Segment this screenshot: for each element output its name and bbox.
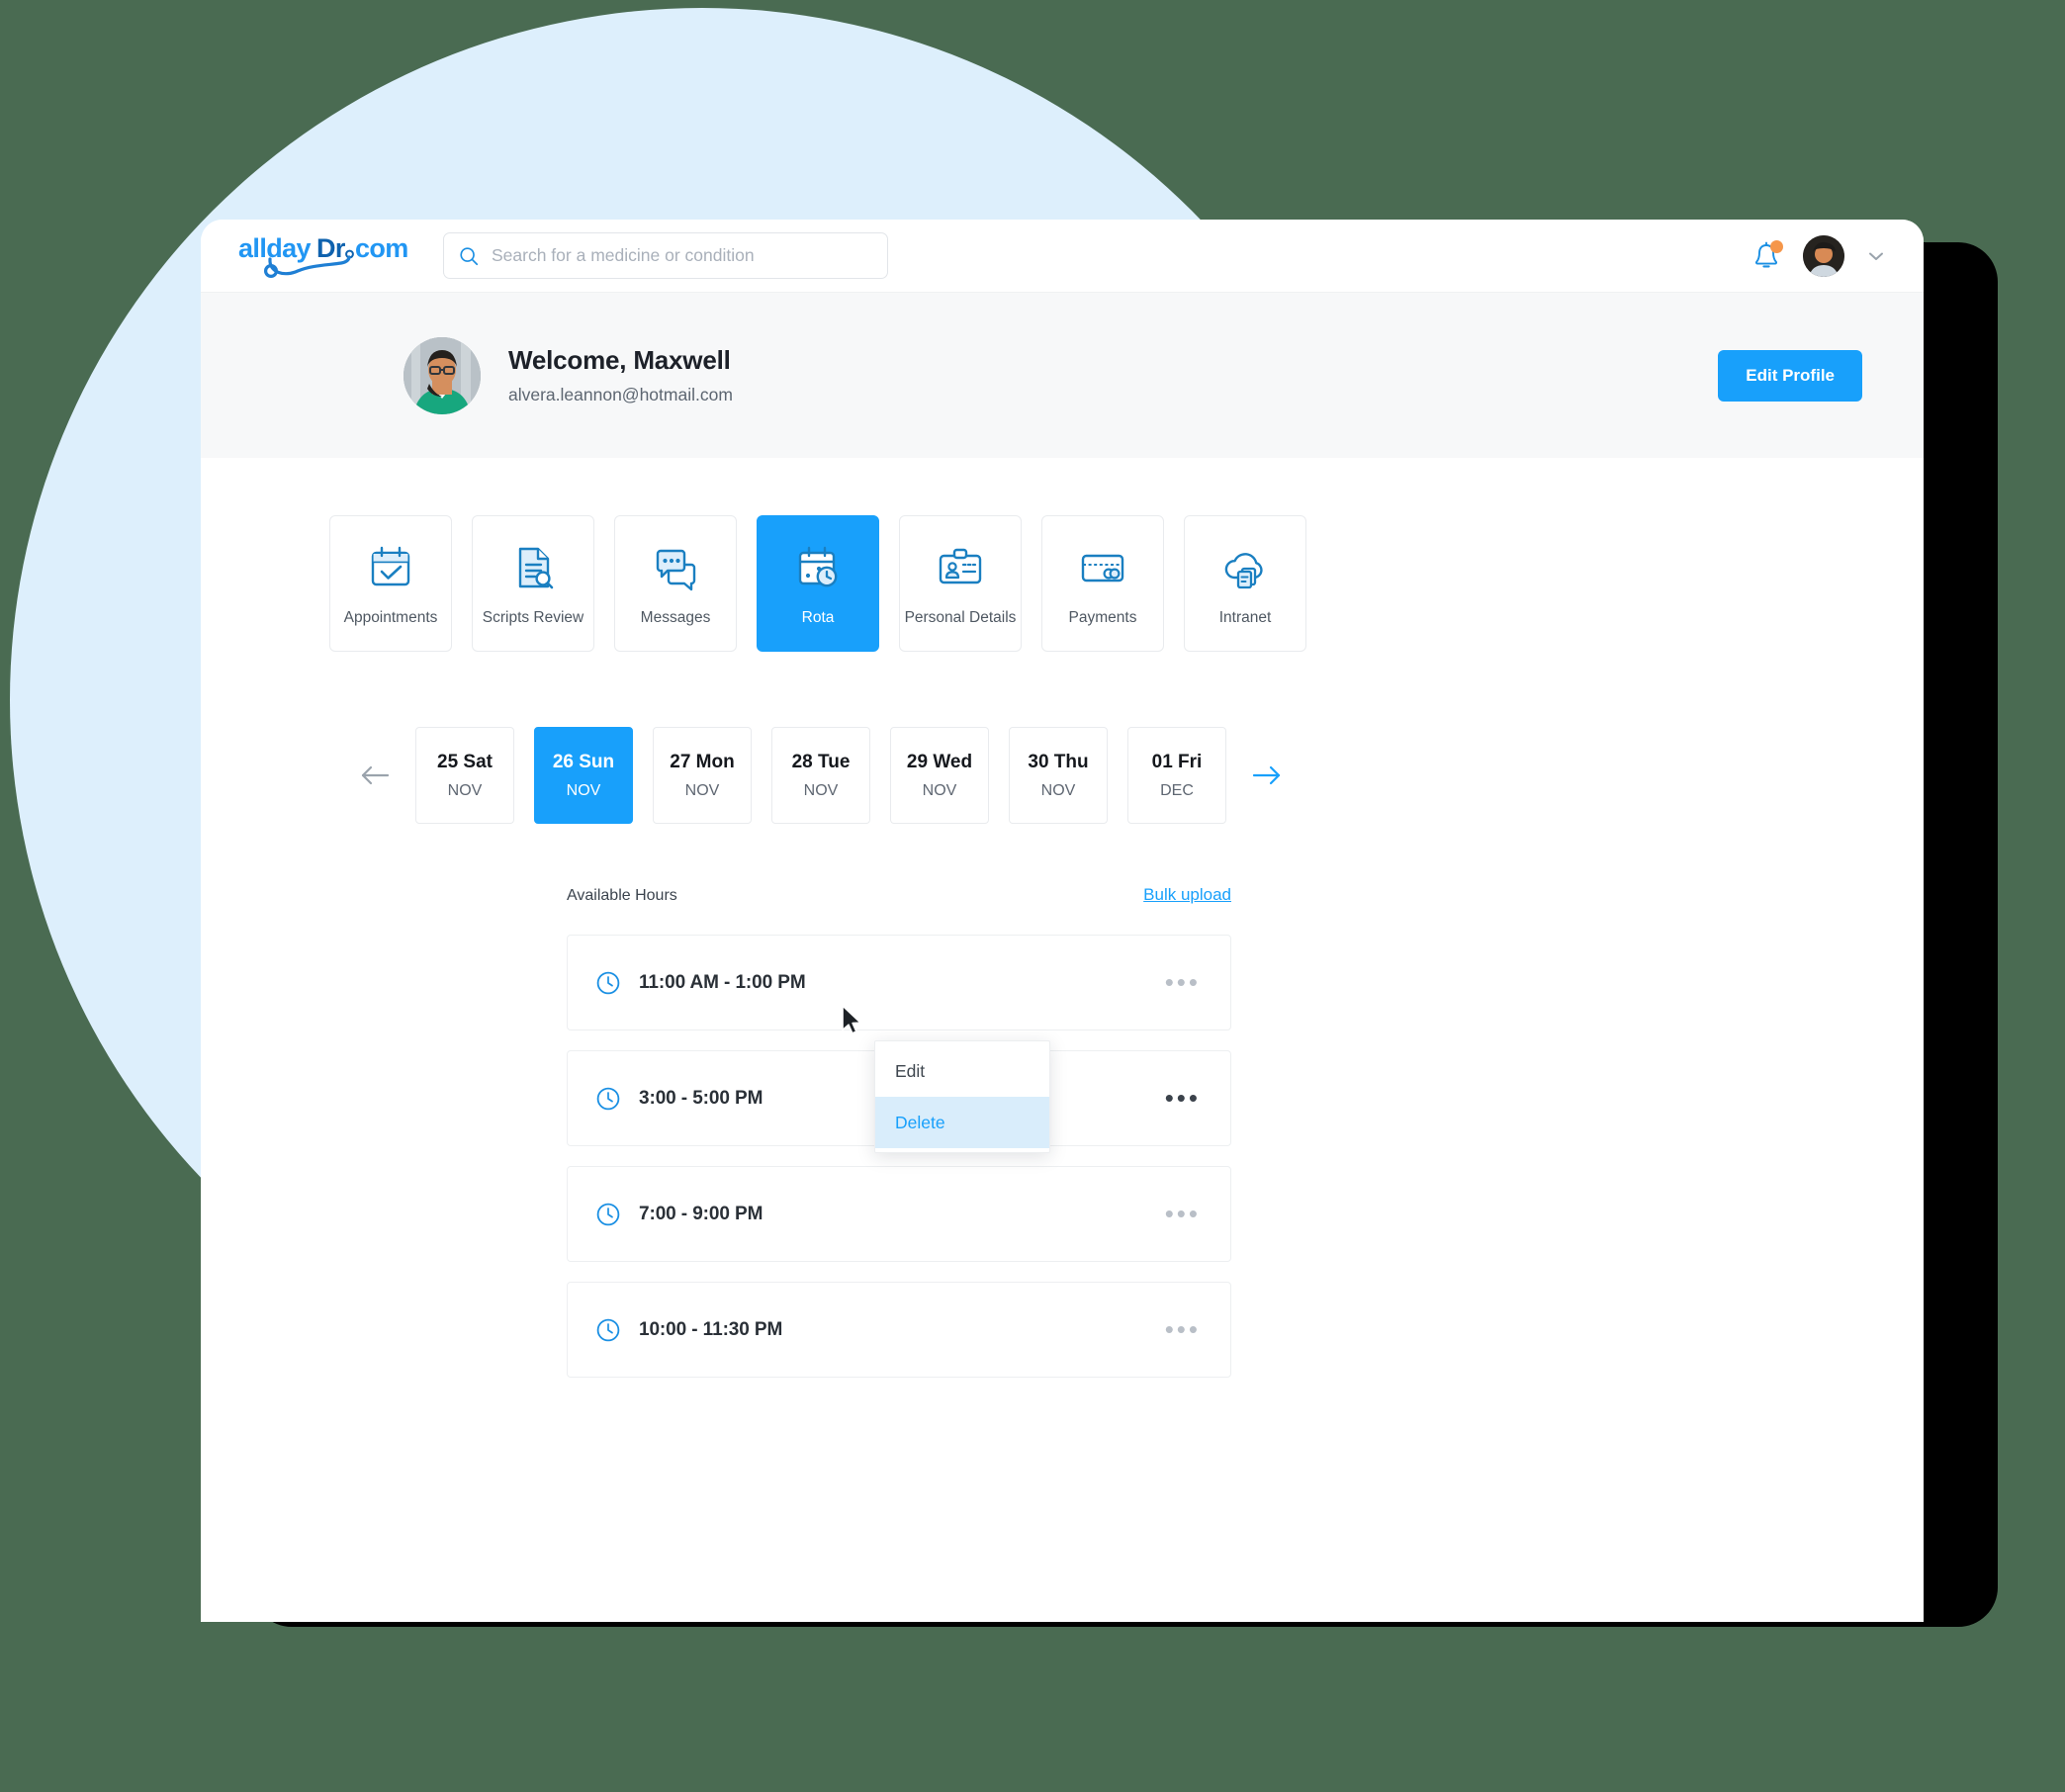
time-slot-label: 11:00 AM - 1:00 PM: [639, 971, 806, 993]
date-month: NOV: [447, 781, 483, 799]
date-month: NOV: [684, 781, 720, 799]
tile-scripts-review[interactable]: Scripts Review: [472, 515, 594, 652]
date-month: NOV: [1040, 781, 1076, 799]
date-month: DEC: [1160, 781, 1194, 799]
svg-text:Dr: Dr: [316, 233, 346, 263]
tile-intranet[interactable]: Intranet: [1184, 515, 1306, 652]
date-day: 25 Sat: [437, 751, 493, 772]
time-slot-label: 3:00 - 5:00 PM: [639, 1087, 763, 1109]
date-day: 30 Thu: [1028, 751, 1089, 772]
date-day: 28 Tue: [791, 751, 851, 772]
top-navbar: allday Dr com: [201, 220, 1924, 293]
calendar-check-icon: [366, 540, 415, 595]
avatar[interactable]: [1803, 234, 1844, 277]
clock-icon: [596, 1318, 620, 1341]
app-window: allday Dr com Search for a medicine or c…: [201, 220, 1924, 1622]
slot-context-menu: Edit Delete: [874, 1040, 1050, 1153]
date-day: 29 Wed: [906, 751, 973, 772]
tile-personal-details[interactable]: Personal Details: [899, 515, 1022, 652]
tile-label: Messages: [640, 609, 711, 626]
date-card-29-nov[interactable]: 29 Wed NOV: [890, 727, 989, 824]
date-card-30-nov[interactable]: 30 Thu NOV: [1009, 727, 1108, 824]
available-hours-title: Available Hours: [567, 887, 677, 904]
date-day: 01 Fri: [1151, 751, 1203, 772]
section-nav-tiles: Appointments Scripts Review Messages Rot…: [201, 458, 1924, 652]
time-slot-label: 10:00 - 11:30 PM: [639, 1318, 783, 1340]
search-input[interactable]: [492, 245, 873, 266]
date-day: 27 Mon: [670, 751, 735, 772]
date-month: NOV: [803, 781, 839, 799]
tile-label: Scripts Review: [482, 609, 584, 626]
date-card-28-nov[interactable]: 28 Tue NOV: [771, 727, 870, 824]
context-menu-item-edit[interactable]: Edit: [875, 1045, 1049, 1097]
tile-label: Personal Details: [904, 609, 1017, 626]
bulk-upload-link[interactable]: Bulk upload: [1143, 885, 1231, 905]
time-slot-row[interactable]: 7:00 - 9:00 PM •••: [567, 1166, 1231, 1262]
available-hours-header: Available Hours Bulk upload: [567, 885, 1231, 905]
navbar-right-actions: [1751, 234, 1886, 277]
time-slot-menu-button[interactable]: •••: [1163, 1201, 1203, 1226]
available-hours-section: Available Hours Bulk upload 11:00 AM - 1…: [567, 885, 1231, 1378]
tile-label: Intranet: [1218, 609, 1272, 626]
clock-icon: [596, 971, 620, 994]
tile-appointments[interactable]: Appointments: [329, 515, 452, 652]
tile-label: Payments: [1068, 609, 1137, 626]
date-card-26-nov[interactable]: 26 Sun NOV: [534, 727, 633, 824]
chevron-down-icon[interactable]: [1866, 246, 1886, 266]
svg-text:allday: allday: [238, 233, 312, 263]
date-day: 26 Sun: [552, 751, 615, 772]
user-email: alvera.leannon@hotmail.com: [508, 385, 733, 404]
welcome-banner: Welcome, Maxwell alvera.leannon@hotmail.…: [201, 293, 1924, 458]
date-card-27-nov[interactable]: 27 Mon NOV: [653, 727, 752, 824]
cloud-document-icon: [1220, 540, 1270, 595]
svg-text:com: com: [355, 233, 408, 263]
time-slot-row[interactable]: 10:00 - 11:30 PM •••: [567, 1282, 1231, 1378]
date-month: NOV: [566, 781, 601, 799]
context-menu-item-delete[interactable]: Delete: [875, 1097, 1049, 1148]
date-selector: 25 Sat NOV 26 Sun NOV 27 Mon NOV 28 Tue …: [201, 652, 1924, 824]
notifications-button[interactable]: [1751, 239, 1783, 272]
time-slot-menu-button-active[interactable]: •••: [1163, 1085, 1203, 1111]
edit-profile-button[interactable]: Edit Profile: [1718, 349, 1862, 402]
profile-avatar: [404, 336, 481, 414]
date-month: NOV: [922, 781, 957, 799]
arrow-left-icon: [361, 765, 390, 785]
arrow-right-icon: [1252, 765, 1281, 785]
time-slot-label: 7:00 - 9:00 PM: [639, 1203, 763, 1224]
date-card-25-nov[interactable]: 25 Sat NOV: [415, 727, 514, 824]
clock-icon: [596, 1203, 620, 1225]
time-slot-menu-button[interactable]: •••: [1163, 969, 1203, 995]
chat-bubbles-icon: [651, 540, 700, 595]
next-week-button[interactable]: [1246, 755, 1288, 796]
credit-card-icon: [1078, 540, 1127, 595]
page-title: Welcome, Maxwell: [508, 345, 731, 375]
search-bar[interactable]: [443, 232, 888, 279]
id-badge-icon: [936, 540, 985, 595]
tile-label: Appointments: [343, 609, 438, 626]
brand-logo[interactable]: allday Dr com: [230, 231, 418, 281]
welcome-text-block: Welcome, Maxwell alvera.leannon@hotmail.…: [508, 345, 733, 405]
tile-rota[interactable]: Rota: [757, 515, 879, 652]
tile-label: Rota: [801, 609, 835, 626]
time-slot-menu-button[interactable]: •••: [1163, 1316, 1203, 1342]
tile-messages[interactable]: Messages: [614, 515, 737, 652]
search-icon: [460, 246, 479, 265]
clock-icon: [596, 1087, 620, 1110]
document-search-icon: [508, 540, 558, 595]
prev-week-button[interactable]: [354, 755, 396, 796]
tile-payments[interactable]: Payments: [1041, 515, 1164, 652]
date-card-01-dec[interactable]: 01 Fri DEC: [1127, 727, 1226, 824]
time-slot-row[interactable]: 11:00 AM - 1:00 PM •••: [567, 935, 1231, 1030]
calendar-clock-icon: [793, 540, 843, 595]
notification-badge-dot: [1770, 239, 1783, 253]
